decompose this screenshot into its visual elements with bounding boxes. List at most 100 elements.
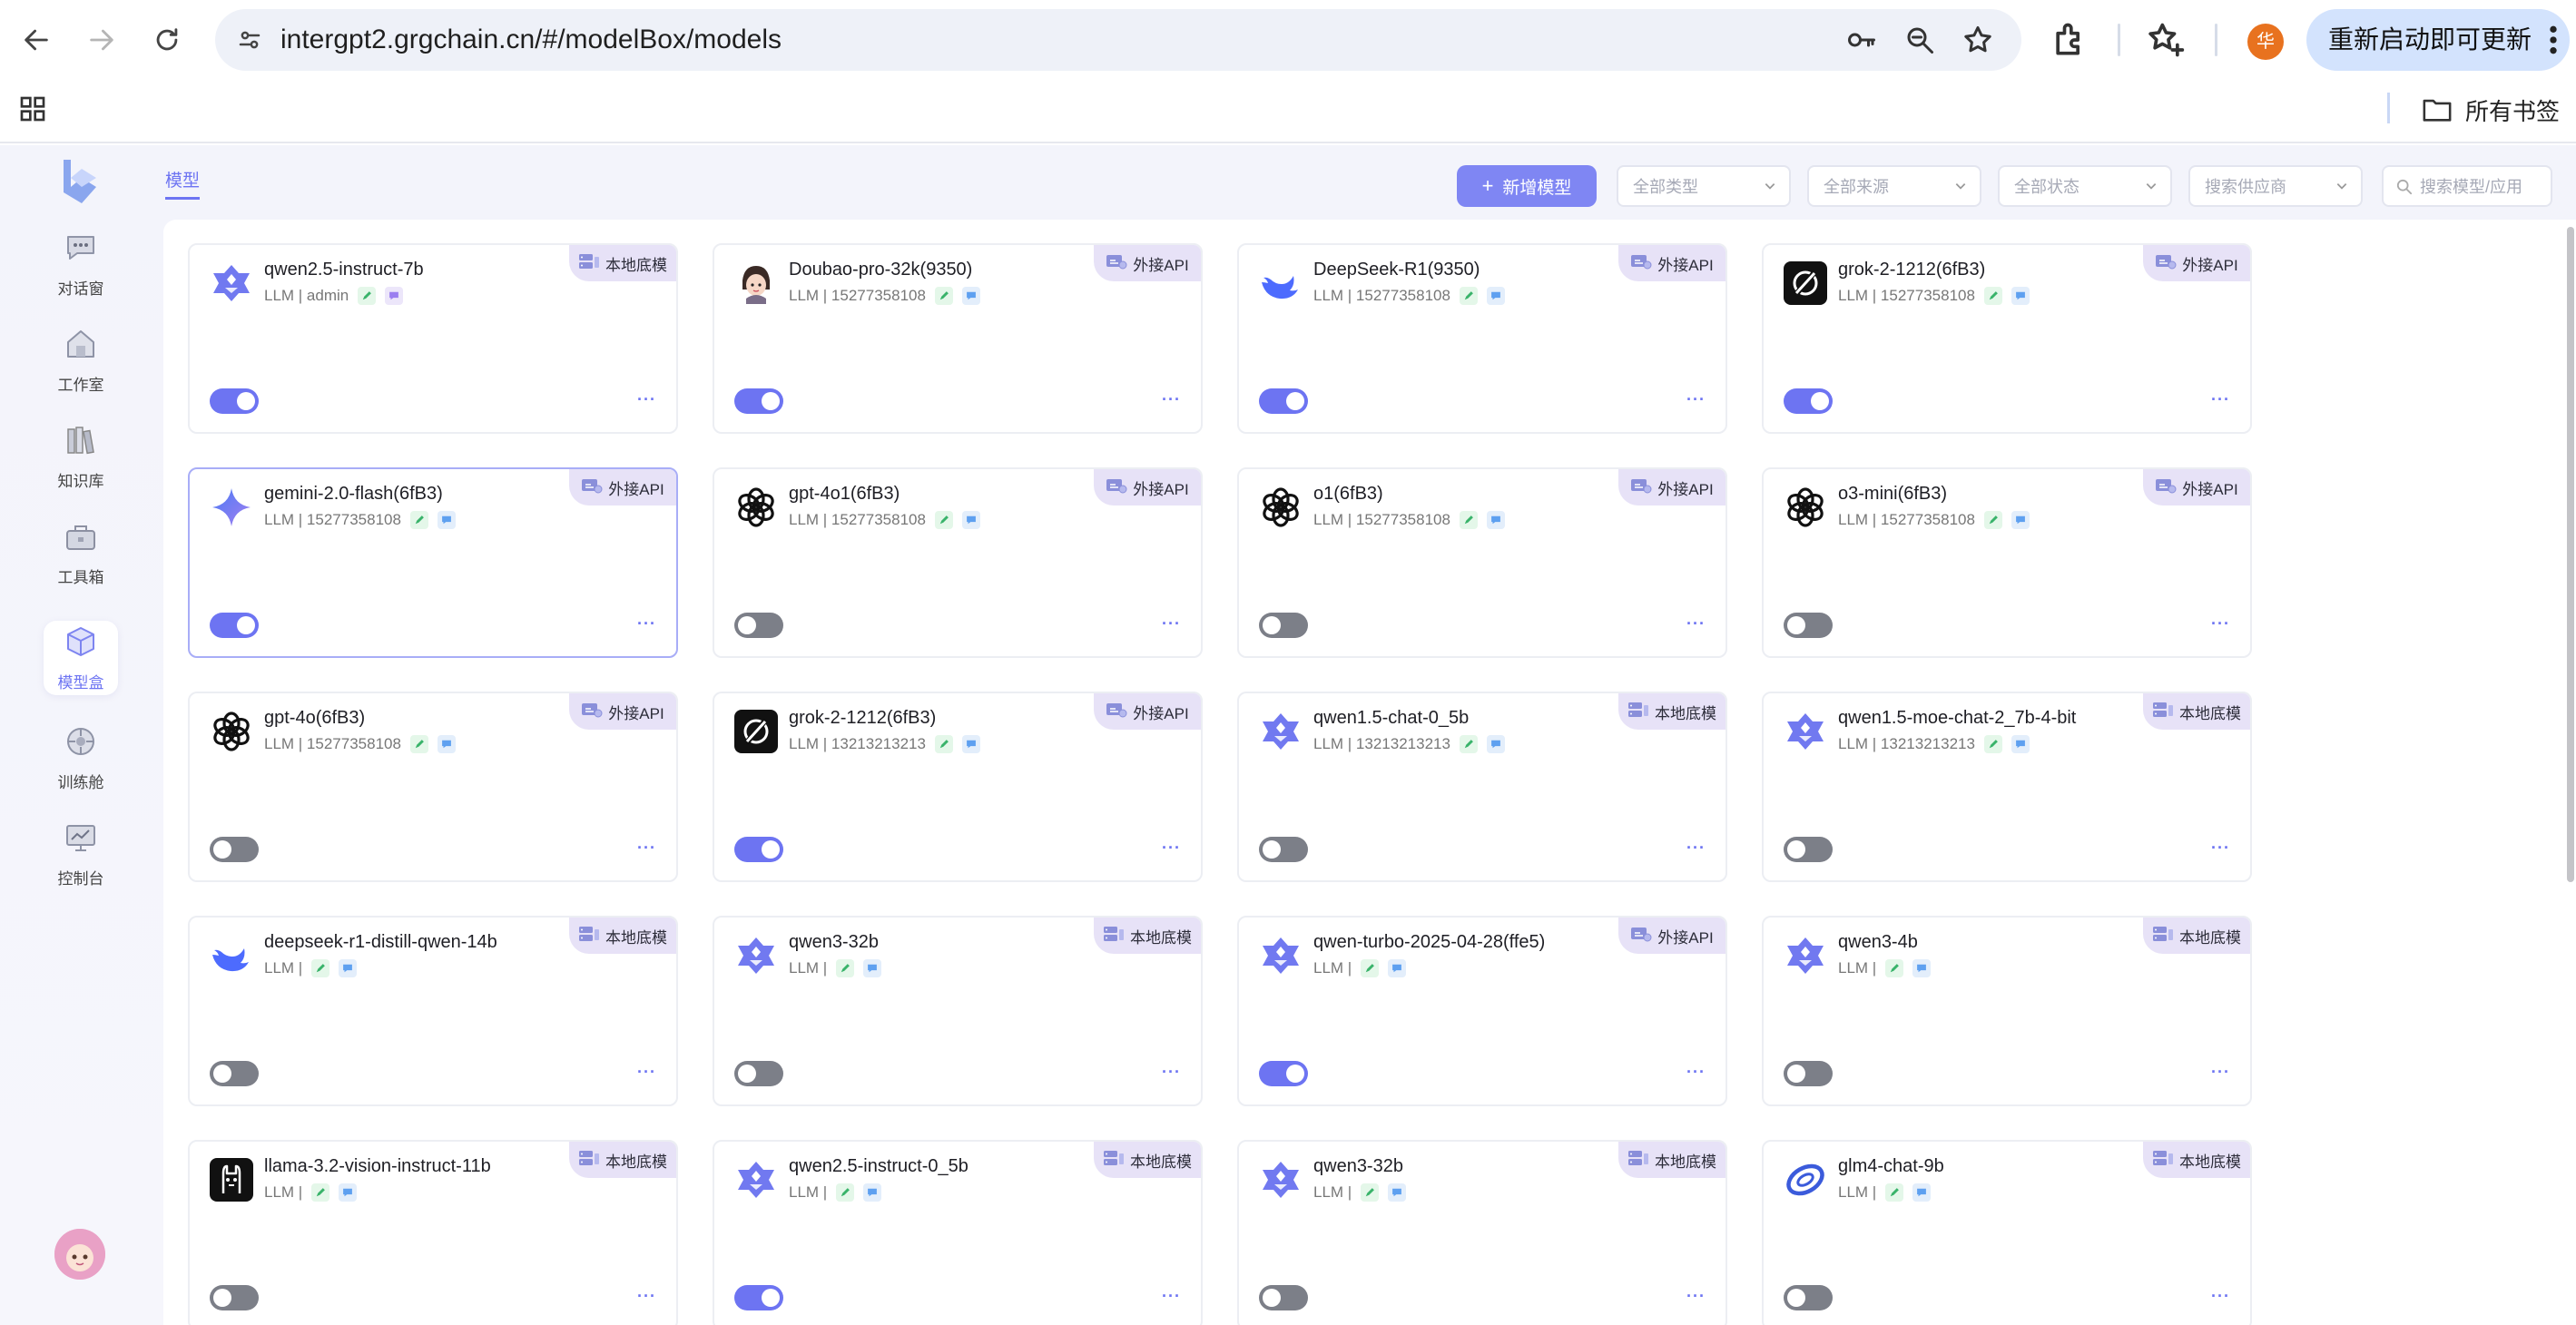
model-card[interactable]: 外接API gemini-2.0-flash(6fB3) LLM | 1527735…	[188, 467, 678, 658]
enable-toggle[interactable]	[1784, 388, 1833, 414]
model-card[interactable]: 本地底模 qwen2.5-instruct-7b LLM | admin ···	[188, 243, 678, 434]
more-options-button[interactable]: ···	[2211, 614, 2230, 633]
sidebar-item-training[interactable]: 训练舱	[44, 721, 118, 795]
more-options-button[interactable]: ···	[1686, 614, 1706, 633]
status-filter-select[interactable]: 全部状态	[1998, 165, 2172, 207]
user-avatar[interactable]	[54, 1229, 105, 1280]
reading-list-icon[interactable]	[2146, 20, 2186, 60]
password-key-icon[interactable]	[1845, 24, 1878, 56]
model-card[interactable]: 外接API gpt-4o1(6fB3) LLM | 15277358108 ···	[713, 467, 1203, 658]
model-card[interactable]: 外接API DeepSeek-R1(9350) LLM | 15277358108 ·…	[1237, 243, 1727, 434]
model-card[interactable]: 本地底模 qwen3-32b LLM | ···	[713, 916, 1203, 1106]
enable-toggle[interactable]	[210, 1061, 259, 1086]
edit-icon[interactable]	[1983, 511, 2002, 529]
edit-icon[interactable]	[311, 1183, 330, 1202]
enable-toggle[interactable]	[734, 613, 783, 638]
chat-icon[interactable]	[339, 959, 358, 977]
chat-icon[interactable]	[1388, 959, 1407, 977]
chat-icon[interactable]	[2011, 735, 2030, 753]
more-options-button[interactable]: ···	[637, 1063, 656, 1082]
edit-icon[interactable]	[1361, 1183, 1380, 1202]
chat-icon[interactable]	[339, 1183, 358, 1202]
model-card[interactable]: 本地底模 qwen3-32b LLM | ···	[1237, 1140, 1727, 1325]
model-card[interactable]: 本地底模 llama-3.2-vision-instruct-11b LLM | ··…	[188, 1140, 678, 1325]
edit-icon[interactable]	[409, 511, 428, 529]
enable-toggle[interactable]	[734, 388, 783, 414]
extensions-icon[interactable]	[2050, 20, 2089, 60]
edit-icon[interactable]	[934, 511, 953, 529]
model-card[interactable]: 外接API grok-2-1212(6fB3) LLM | 13213213213 ·…	[713, 692, 1203, 882]
enable-toggle[interactable]	[1784, 1285, 1833, 1310]
edit-icon[interactable]	[1983, 735, 2002, 753]
more-options-button[interactable]: ···	[1686, 390, 1706, 409]
model-search-input[interactable]: 搜索模型/应用	[2382, 165, 2552, 207]
all-bookmarks-button[interactable]: 所有书签	[2422, 89, 2560, 131]
edit-icon[interactable]	[1459, 287, 1478, 305]
edit-icon[interactable]	[934, 287, 953, 305]
enable-toggle[interactable]	[210, 1285, 259, 1310]
model-card[interactable]: 外接API grok-2-1212(6fB3) LLM | 15277358108 ·…	[1762, 243, 2252, 434]
model-card[interactable]: 本地底模 glm4-chat-9b LLM | ···	[1762, 1140, 2252, 1325]
sidebar-item-toolbox[interactable]: 工具箱	[44, 515, 118, 590]
sidebar-item-studio[interactable]: 工作室	[44, 323, 118, 398]
chat-icon[interactable]	[1912, 1183, 1932, 1202]
model-card[interactable]: 外接API gpt-4o(6fB3) LLM | 15277358108 ···	[188, 692, 678, 882]
enable-toggle[interactable]	[1259, 837, 1308, 862]
more-options-button[interactable]: ···	[1162, 839, 1181, 858]
chat-icon[interactable]	[1486, 511, 1505, 529]
model-card[interactable]: 本地底模 qwen1.5-chat-0_5b LLM | 13213213213 ··…	[1237, 692, 1727, 882]
more-options-button[interactable]: ···	[637, 390, 656, 409]
url-text[interactable]: intergpt2.grgchain.cn/#/modelBox/models	[280, 9, 782, 71]
provider-filter-select[interactable]: 搜索供应商	[2188, 165, 2363, 207]
profile-avatar[interactable]: 华	[2247, 24, 2284, 60]
relaunch-update-button[interactable]: 重新启动即可更新	[2306, 9, 2570, 71]
edit-icon[interactable]	[358, 287, 377, 305]
chat-icon[interactable]	[1486, 735, 1505, 753]
chat-icon[interactable]	[961, 287, 980, 305]
more-options-button[interactable]: ···	[2211, 390, 2230, 409]
model-card[interactable]: 外接API Doubao-pro-32k(9350) LLM | 152773581…	[713, 243, 1203, 434]
chat-icon[interactable]	[385, 287, 404, 305]
more-options-button[interactable]: ···	[1686, 839, 1706, 858]
chat-icon[interactable]	[863, 959, 882, 977]
enable-toggle[interactable]	[210, 837, 259, 862]
enable-toggle[interactable]	[1259, 388, 1308, 414]
chat-icon[interactable]	[863, 1183, 882, 1202]
sidebar-item-chat[interactable]: 对话窗	[44, 227, 118, 301]
model-card[interactable]: 外接API qwen-turbo-2025-04-28(ffe5) LLM | ···	[1237, 916, 1727, 1106]
reload-button[interactable]	[142, 15, 192, 65]
sidebar-item-console[interactable]: 控制台	[44, 817, 118, 891]
more-options-button[interactable]: ···	[1162, 1063, 1181, 1082]
zoom-icon[interactable]	[1903, 24, 1936, 56]
back-button[interactable]	[11, 15, 62, 65]
edit-icon[interactable]	[1459, 511, 1478, 529]
sidebar-item-model-box[interactable]: 模型盒	[44, 621, 118, 695]
enable-toggle[interactable]	[734, 837, 783, 862]
more-options-button[interactable]: ···	[637, 839, 656, 858]
bookmark-star-icon[interactable]	[1961, 24, 1994, 56]
edit-icon[interactable]	[1361, 959, 1380, 977]
more-options-button[interactable]: ···	[1686, 1287, 1706, 1306]
chat-icon[interactable]	[961, 735, 980, 753]
model-card[interactable]: 外接API o1(6fB3) LLM | 15277358108 ···	[1237, 467, 1727, 658]
enable-toggle[interactable]	[1784, 837, 1833, 862]
enable-toggle[interactable]	[1259, 1285, 1308, 1310]
more-options-button[interactable]: ···	[1686, 1063, 1706, 1082]
edit-icon[interactable]	[1459, 735, 1478, 753]
edit-icon[interactable]	[409, 735, 428, 753]
edit-icon[interactable]	[836, 959, 855, 977]
enable-toggle[interactable]	[1784, 1061, 1833, 1086]
forward-button[interactable]	[76, 15, 127, 65]
enable-toggle[interactable]	[210, 388, 259, 414]
edit-icon[interactable]	[836, 1183, 855, 1202]
tab-models[interactable]: 模型	[165, 167, 201, 200]
edit-icon[interactable]	[1983, 287, 2002, 305]
more-options-button[interactable]: ···	[2211, 839, 2230, 858]
chat-icon[interactable]	[961, 511, 980, 529]
model-card[interactable]: 本地底模 qwen1.5-moe-chat-2_7b-4-bit LLM | 132…	[1762, 692, 2252, 882]
chat-icon[interactable]	[1912, 959, 1932, 977]
enable-toggle[interactable]	[734, 1285, 783, 1310]
sidebar-item-books[interactable]: 知识库	[44, 419, 118, 494]
chat-icon[interactable]	[1388, 1183, 1407, 1202]
enable-toggle[interactable]	[1259, 1061, 1308, 1086]
